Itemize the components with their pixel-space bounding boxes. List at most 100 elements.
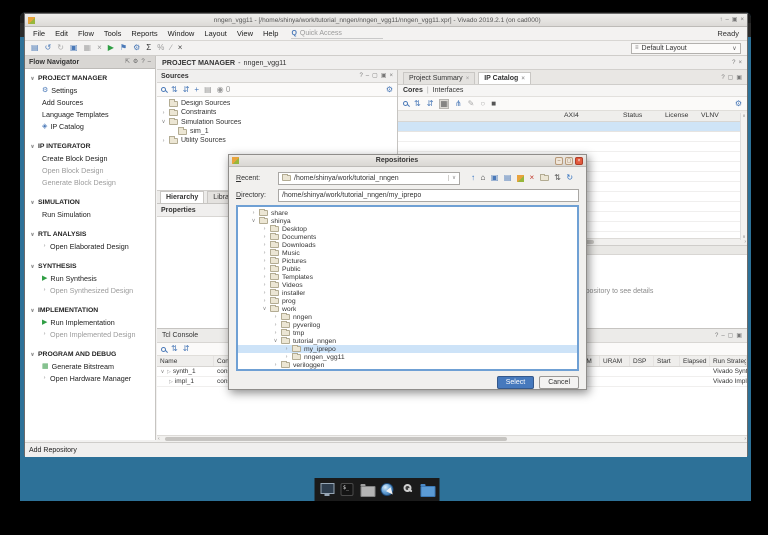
column-dsp[interactable]: DSP <box>630 356 654 366</box>
fnav-item-run-synthesis[interactable]: ▶ Run Synthesis <box>25 272 155 284</box>
tree-item-desktop[interactable]: › Desktop <box>238 224 577 233</box>
desktop-icon[interactable]: ▣ <box>491 174 499 182</box>
settings-gear-icon[interactable]: ⚙ <box>386 85 393 94</box>
tree-item-public[interactable]: › Public <box>238 264 577 273</box>
computer-icon[interactable]: ▤ <box>504 174 512 182</box>
show-hidden-icon[interactable]: ⇅ <box>554 174 561 182</box>
select-button[interactable]: Select <box>496 375 535 389</box>
column-license[interactable]: License <box>665 112 688 119</box>
home-icon[interactable]: ⌂ <box>481 174 486 182</box>
column-uram[interactable]: URAM <box>600 356 630 366</box>
fnav-section-simulation[interactable]: ∨ SIMULATION <box>25 197 155 208</box>
menu-tools[interactable]: Tools <box>99 29 127 38</box>
help-icon[interactable]: ? <box>359 73 362 79</box>
fnav-item-language-templates[interactable]: Language Templates <box>25 108 155 120</box>
close-icon[interactable]: × <box>738 60 742 66</box>
collapse-all-icon[interactable]: ⇅ <box>171 85 178 94</box>
sources-header[interactable]: Sources ? – ▢ ▣ × <box>157 70 397 83</box>
tree-item-tutorial-nngen[interactable]: ∨ tutorial_nngen <box>238 336 577 345</box>
refresh-icon[interactable]: ↻ <box>566 174 573 182</box>
fnav-item-open-elaborated-design[interactable]: › Open Elaborated Design <box>25 240 155 252</box>
tree-item-installer[interactable]: › installer <box>238 288 577 297</box>
tree-branch-icon[interactable]: ⋔ <box>455 99 462 108</box>
collapse-all-icon[interactable]: ⇅ <box>171 345 178 353</box>
fnav-item-run-simulation[interactable]: Run Simulation <box>25 208 155 220</box>
tree-item-veriloggen[interactable]: › veriloggen <box>238 360 577 369</box>
help-icon[interactable]: ? <box>732 60 735 66</box>
reports-sigma-icon[interactable]: Σ <box>146 44 151 52</box>
tree-item-simulation-sources[interactable]: ∨ Simulation Sources <box>157 117 397 127</box>
save-icon[interactable]: ▤ <box>31 44 39 52</box>
tab-project-summary[interactable]: Project Summary × <box>403 72 476 84</box>
minimize-window-icon[interactable]: – <box>725 17 728 23</box>
column-run-strategy[interactable]: Run Strategy <box>710 356 747 366</box>
fnav-item-generate-bitstream[interactable]: ▦ Generate Bitstream <box>25 360 155 372</box>
fnav-section-project-manager[interactable]: ∨ PROJECT MANAGER <box>25 73 155 84</box>
cancel-x-icon[interactable]: × <box>178 44 183 52</box>
home-folder-icon[interactable] <box>359 481 376 498</box>
search-magnifier-icon[interactable] <box>399 481 416 498</box>
help-icon[interactable]: ? <box>721 75 724 81</box>
menu-view[interactable]: View <box>232 29 258 38</box>
vivado-titlebar[interactable]: nngen_vgg11 - [/home/shinya/work/tutoria… <box>25 14 747 27</box>
copy-icon[interactable]: ▣ <box>70 44 78 52</box>
close-icon[interactable]: × <box>389 73 393 79</box>
undo-icon[interactable]: ↺ <box>45 44 52 52</box>
missing-sources-badge[interactable]: ◉ 0 <box>217 85 231 94</box>
expand-all-icon[interactable]: ⇵ <box>183 85 190 94</box>
files-folder-icon[interactable] <box>419 481 436 498</box>
fnav-section-rtl-analysis[interactable]: ∨ RTL ANALYSIS <box>25 229 155 240</box>
menu-reports[interactable]: Reports <box>126 29 162 38</box>
tree-item-design-sources[interactable]: Design Sources <box>157 99 397 108</box>
menu-flow[interactable]: Flow <box>73 29 99 38</box>
fnav-item-settings[interactable]: ⚙ Settings <box>25 84 155 96</box>
float-window-icon[interactable]: ↑ <box>719 17 722 23</box>
delete-icon[interactable]: × <box>97 44 102 52</box>
maximize-window-icon[interactable]: ▣ <box>732 17 738 23</box>
fnav-section-ip-integrator[interactable]: ∨ IP INTEGRATOR <box>25 141 155 152</box>
tree-item-my-iprepo[interactable]: › my_iprepo <box>238 344 577 353</box>
up-directory-icon[interactable]: ↑ <box>471 174 475 182</box>
maximize-dialog-icon[interactable]: ▢ <box>565 156 573 165</box>
tree-item-downloads[interactable]: › Downloads <box>238 240 577 249</box>
fnav-item-add-sources[interactable]: Add Sources <box>25 96 155 108</box>
help-icon[interactable]: ? <box>141 59 144 65</box>
fnav-section-program-and-debug[interactable]: ∨ PROGRAM AND DEBUG <box>25 349 155 360</box>
cancel-button[interactable]: Cancel <box>539 375 579 389</box>
tree-item-shinya[interactable]: ∨ shinya <box>238 216 577 225</box>
expand-all-icon[interactable]: ⇵ <box>183 345 190 353</box>
percent-icon[interactable]: % <box>157 44 164 52</box>
tab-hierarchy[interactable]: Hierarchy <box>160 191 205 203</box>
expand-all-icon[interactable]: ⇵ <box>427 99 434 108</box>
minimize-dialog-icon[interactable]: – <box>555 156 563 165</box>
flow-navigator-header[interactable]: Flow Navigator ⇱ ⚙? – <box>25 56 155 69</box>
tree-item-share[interactable]: › share <box>238 208 577 217</box>
quick-access-input[interactable]: Q Quick Access <box>291 29 384 39</box>
column-axi4[interactable]: AXI4 <box>564 112 579 119</box>
tree-item-sim-1[interactable]: sim_1 <box>157 127 397 136</box>
recent-dropdown[interactable]: /home/shinya/work/tutorial_nngen ∨ <box>278 171 460 185</box>
minimize-icon[interactable]: – <box>366 73 369 79</box>
tab-cores[interactable]: Cores <box>403 87 423 94</box>
tree-item-pictures[interactable]: › Pictures <box>238 256 577 265</box>
terminal-icon[interactable]: $_ <box>339 481 356 498</box>
column-vlnv[interactable]: VLNV <box>701 112 719 119</box>
fnav-item-create-block-design[interactable]: Create Block Design <box>25 152 155 164</box>
float-icon[interactable]: ▣ <box>736 333 742 339</box>
menu-window[interactable]: Window <box>163 29 200 38</box>
column-status[interactable]: Status <box>623 112 642 119</box>
ip-catalog-selected-row[interactable] <box>398 122 747 132</box>
tree-item-work[interactable]: ∨ work <box>238 304 577 313</box>
new-folder-icon[interactable] <box>539 173 549 181</box>
fnav-item-ip-catalog[interactable]: ◈ IP Catalog <box>25 120 155 132</box>
column-name[interactable]: Name <box>157 356 214 366</box>
search-icon[interactable] <box>403 101 408 106</box>
minimize-icon[interactable]: – <box>721 333 724 339</box>
run-icon[interactable]: ▶ <box>108 44 114 52</box>
fnav-section-synthesis[interactable]: ∨ SYNTHESIS <box>25 261 155 272</box>
close-window-icon[interactable]: × <box>740 17 744 23</box>
fnav-item-run-implementation[interactable]: ▶ Run Implementation <box>25 316 155 328</box>
tree-item-constraints[interactable]: › Constraints <box>157 108 397 117</box>
minimize-icon[interactable]: – <box>148 59 151 65</box>
browser-globe-icon[interactable] <box>379 481 396 498</box>
